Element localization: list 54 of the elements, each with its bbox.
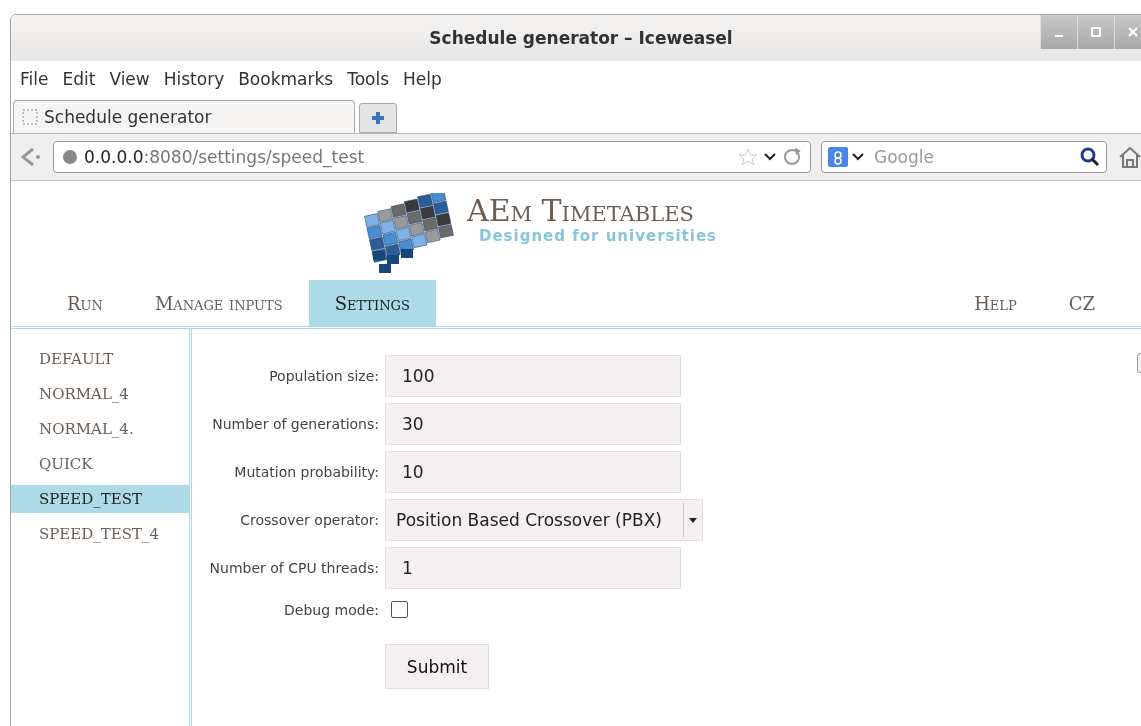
caret-icon[interactable] xyxy=(764,152,776,162)
address-field[interactable]: 0.0.0.0:8080/settings/speed_test xyxy=(53,141,811,173)
maximize-icon xyxy=(1091,27,1101,37)
menu-item[interactable]: Help xyxy=(403,69,442,89)
nav-tab[interactable]: Run xyxy=(41,280,129,326)
close-icon xyxy=(1128,27,1138,37)
site-tagline: Designed for universities xyxy=(478,227,718,245)
field-label: Crossover operator: xyxy=(239,512,379,528)
dropdown[interactable]: Position Based Crossover (PBX) xyxy=(385,499,703,541)
menu-item[interactable]: Bookmarks xyxy=(238,69,334,89)
plus-icon xyxy=(370,110,386,126)
browser-tab[interactable]: Schedule generator xyxy=(13,100,355,133)
minimize-button[interactable] xyxy=(1040,15,1077,49)
window-title: Schedule generator – Iceweasel xyxy=(429,28,733,48)
menu-item[interactable]: History xyxy=(163,69,225,89)
caret-icon xyxy=(689,517,697,523)
nav-tab[interactable]: Settings xyxy=(308,280,436,326)
reload-icon[interactable] xyxy=(782,147,802,167)
input-field[interactable]: 1 xyxy=(385,547,681,589)
field-label: Number of generations: xyxy=(211,416,379,432)
menu-item[interactable]: File xyxy=(20,69,49,89)
star-icon[interactable] xyxy=(738,148,758,166)
nav-tab[interactable]: CZ xyxy=(1042,280,1121,326)
sidebar-item[interactable]: NORMAL_4 xyxy=(11,380,189,408)
caret-icon[interactable] xyxy=(852,152,864,162)
minimize-icon xyxy=(1055,35,1063,37)
field-label: Debug mode: xyxy=(283,601,379,618)
nav-tab[interactable]: Manage inputs xyxy=(128,280,309,326)
home-icon[interactable] xyxy=(1117,144,1141,170)
sidebar-item[interactable]: SPEED_TEST_4 xyxy=(11,520,189,548)
field-label: Number of CPU threads: xyxy=(208,560,379,576)
sidebar-item[interactable]: QUICK xyxy=(11,450,189,478)
submit-button[interactable]: Submit xyxy=(385,644,489,689)
close-button[interactable] xyxy=(1114,15,1141,49)
sidebar-item[interactable]: NORMAL_4. xyxy=(11,415,189,443)
search-icon[interactable] xyxy=(1080,147,1100,167)
menu-item[interactable]: View xyxy=(109,69,150,89)
input-field[interactable]: 10 xyxy=(385,451,681,493)
input-field[interactable]: 30 xyxy=(385,403,681,445)
page-icon xyxy=(22,109,38,125)
sidebar-item[interactable]: DEFAULT xyxy=(11,345,189,373)
field-label: Population size: xyxy=(268,368,379,384)
field-label: Mutation probability: xyxy=(233,464,379,480)
search-engine-icon xyxy=(828,147,848,167)
new-tab-button[interactable] xyxy=(359,103,397,133)
sidebar-item[interactable]: SPEED_TEST xyxy=(11,485,189,513)
back-icon[interactable] xyxy=(19,146,43,168)
site-title: AEm Timetables xyxy=(467,195,695,227)
nav-tab[interactable]: Help xyxy=(948,280,1043,326)
input-field[interactable]: 100 xyxy=(385,355,681,397)
maximize-button[interactable] xyxy=(1077,15,1114,49)
checkbox[interactable] xyxy=(391,601,408,618)
menu-item[interactable]: Edit xyxy=(62,69,96,89)
menu-item[interactable]: Tools xyxy=(347,69,390,89)
